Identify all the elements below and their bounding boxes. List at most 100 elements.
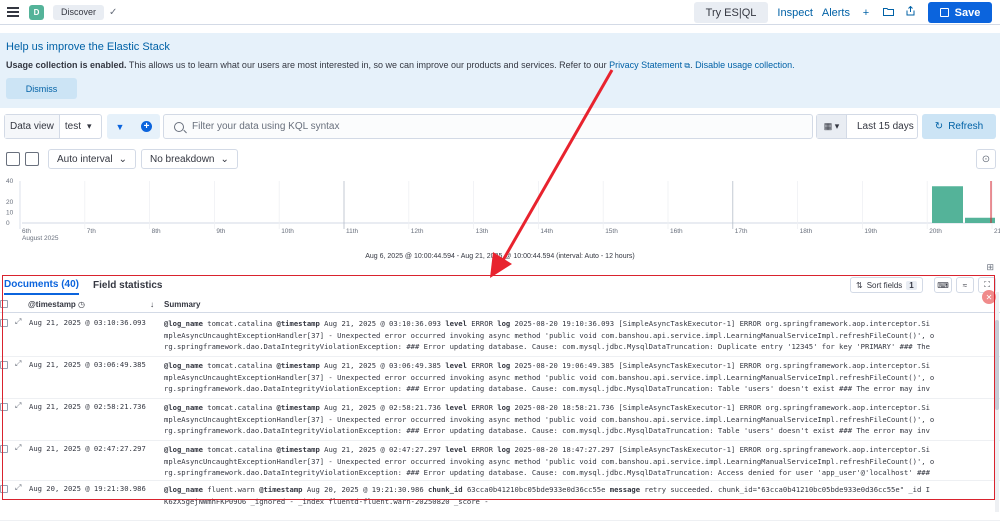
calendar-toggle-icon[interactable] <box>25 152 39 166</box>
kql-placeholder: Filter your data using KQL syntax <box>192 121 340 132</box>
x-tick-label: 12th <box>411 228 424 235</box>
display-settings-icon[interactable]: ≈ <box>956 277 974 293</box>
field-value: Aug 21, 2025 @ 03:06:49.385 <box>319 361 446 370</box>
search-icon <box>174 121 184 132</box>
query-bar: Data view test ▾ ▼ + Filter your data us… <box>0 113 1000 141</box>
expand-row-icon[interactable]: ⤢ <box>15 483 21 493</box>
table-row[interactable]: ⤢ Aug 21, 2025 @ 02:58:21.736 @log_name to… <box>0 399 1000 441</box>
expand-row-icon[interactable]: ⤢ <box>15 359 21 369</box>
share-icon[interactable] <box>904 5 916 19</box>
field-key: level <box>445 445 467 454</box>
field-key: @timestamp <box>276 445 320 454</box>
expand-row-icon[interactable]: ⤢ <box>15 401 21 411</box>
histogram-bar[interactable] <box>932 186 963 223</box>
y-tick-label: 10 <box>6 210 14 217</box>
row-checkbox[interactable] <box>0 485 8 493</box>
summary-line: @log_name fluent.warn @timestamp Aug 20,… <box>164 484 994 496</box>
scrollbar-thumb[interactable] <box>995 320 999 410</box>
try-esql-button[interactable]: Try ES|QL <box>693 2 769 23</box>
col-timestamp-header[interactable]: @timestamp ◷ <box>28 300 85 309</box>
x-tick-label: 7th <box>87 228 96 235</box>
plus-icon[interactable]: + <box>860 7 872 19</box>
privacy-statement-link[interactable]: Privacy Statement <box>609 60 682 70</box>
tab-field-statistics[interactable]: Field statistics <box>93 275 162 295</box>
breadcrumb-discover[interactable]: Discover <box>53 4 105 20</box>
header-actions: Try ES|QL Inspect Alerts + Save <box>693 2 992 23</box>
check-icon: ✓ <box>109 6 118 18</box>
dismiss-button[interactable]: Dismiss <box>6 78 77 99</box>
expand-row-icon[interactable]: ⤢ <box>15 317 21 327</box>
row-checkbox[interactable] <box>0 319 8 327</box>
x-tick-label: 9th <box>216 228 225 235</box>
field-key: chunk_id <box>428 485 463 494</box>
field-value: tomcat.catalina <box>202 445 277 454</box>
sort-fields-button[interactable]: ⇅ Sort fields 1 <box>850 277 923 293</box>
refresh-label: Refresh <box>948 121 984 132</box>
x-tick-label: 11th <box>346 228 359 235</box>
banner-title: Help us improve the Elastic Stack <box>6 41 170 53</box>
sort-desc-icon[interactable]: ↓ <box>150 300 154 309</box>
summary-line: mpleAsyncUncaughtExceptionHandler[37] - … <box>164 414 935 424</box>
alerts-link[interactable]: Alerts <box>822 7 850 19</box>
col-timestamp-label: @timestamp <box>28 300 76 309</box>
sidebar-toggle-icon[interactable] <box>6 152 20 166</box>
data-view-label: Data view <box>5 115 60 138</box>
field-value: ERROR <box>466 319 498 328</box>
filter-icon[interactable]: ▼ <box>107 114 133 139</box>
select-all-checkbox[interactable] <box>0 300 8 308</box>
row-summary: @log_name tomcat.catalina @timestamp Aug… <box>164 318 994 353</box>
summary-line: @log_name tomcat.catalina @timestamp Aug… <box>164 444 994 456</box>
table-row[interactable]: ⤢ Aug 20, 2025 @ 19:21:30.986 @log_name fl… <box>0 481 1000 521</box>
table-row[interactable]: ⤢ Aug 21, 2025 @ 03:06:49.385 @log_name to… <box>0 357 1000 399</box>
row-summary: @log_name tomcat.catalina @timestamp Aug… <box>164 360 994 395</box>
histogram-caption: Aug 6, 2025 @ 10:00:44.594 - Aug 21, 202… <box>365 253 635 260</box>
grid-header: @timestamp ◷ ↓ Summary <box>0 297 1000 313</box>
field-key: @timestamp <box>276 361 320 370</box>
space-avatar[interactable]: D <box>29 4 44 20</box>
save-button[interactable]: Save <box>928 2 992 23</box>
x-tick-label: 8th <box>152 228 161 235</box>
field-value: 63cca0b41210bc05bde933e0d36cc55e <box>462 485 610 494</box>
interval-select[interactable]: Auto interval ⌄ <box>48 149 136 169</box>
tab-documents[interactable]: Documents (40) <box>4 275 80 295</box>
field-key: @timestamp <box>276 319 320 328</box>
sort-icon: ⇅ <box>856 280 863 290</box>
field-key: @log_name <box>164 403 203 412</box>
summary-line: rg.springframework.dao.DataIntegrityViol… <box>164 384 930 394</box>
table-row[interactable]: ⤢ Aug 21, 2025 @ 02:47:27.297 @log_name to… <box>0 441 1000 481</box>
date-picker[interactable]: ▦ ▾ Last 15 days <box>816 114 918 139</box>
field-key: log <box>497 319 511 328</box>
col-summary-header[interactable]: Summary <box>164 300 200 309</box>
x-tick-label: 15th <box>605 228 618 235</box>
field-key: level <box>445 319 467 328</box>
keyboard-icon[interactable]: ⌨ <box>934 277 952 293</box>
summary-line: K6zX5gejNWmhFKP09O6 _ignored - _index fl… <box>164 496 489 506</box>
field-value: Aug 21, 2025 @ 03:10:36.093 <box>319 319 446 328</box>
folder-icon[interactable] <box>882 7 894 19</box>
kql-search-input[interactable]: Filter your data using KQL syntax <box>163 114 813 139</box>
menu-icon[interactable] <box>7 7 19 17</box>
field-value: Aug 21, 2025 @ 02:58:21.736 <box>319 403 446 412</box>
y-tick-label: 40 <box>6 178 14 185</box>
disable-usage-link[interactable]: Disable usage collection. <box>695 60 795 70</box>
refresh-button[interactable]: ↻ Refresh <box>922 114 996 139</box>
calendar-icon[interactable]: ▦ ▾ <box>817 115 847 138</box>
inspect-link[interactable]: Inspect <box>777 7 812 19</box>
expand-row-icon[interactable]: ⤢ <box>15 443 21 453</box>
external-link-icon: ⧉ <box>682 61 691 70</box>
field-value: tomcat.catalina <box>202 403 277 412</box>
row-checkbox[interactable] <box>0 403 8 411</box>
x-tick-label: 19th <box>864 228 877 235</box>
add-filter-button[interactable]: + <box>133 114 160 139</box>
grid-scrollbar[interactable] <box>995 292 999 512</box>
banner-text: Usage collection is enabled. This allows… <box>6 60 795 71</box>
date-range-text[interactable]: Last 15 days <box>847 121 914 132</box>
table-row[interactable]: ⤢ Aug 21, 2025 @ 03:10:36.093 @log_name to… <box>0 315 1000 357</box>
grid-add-icon[interactable]: ⊞ <box>986 262 994 273</box>
data-view-picker[interactable]: Data view test ▾ <box>4 114 102 139</box>
chart-options-icon[interactable]: ⊙ <box>976 149 996 169</box>
row-checkbox[interactable] <box>0 361 8 369</box>
row-checkbox[interactable] <box>0 445 8 453</box>
floating-close-icon[interactable]: ✕ <box>982 290 996 304</box>
breakdown-select[interactable]: No breakdown ⌄ <box>141 149 238 169</box>
